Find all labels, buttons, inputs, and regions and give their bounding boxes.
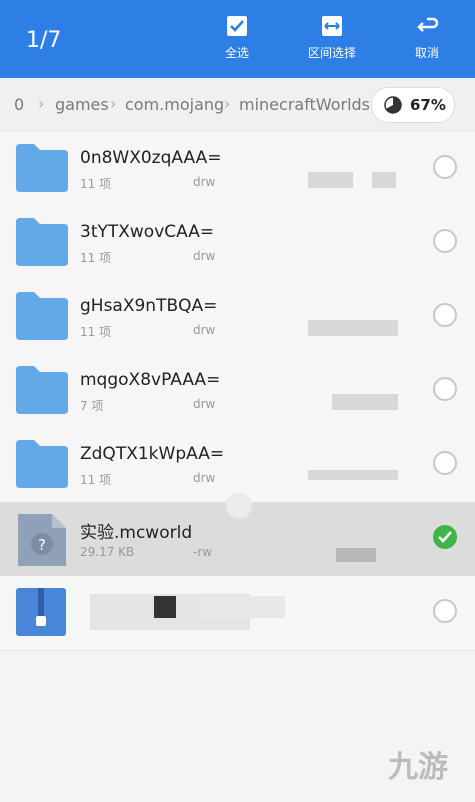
- blurred-region: [308, 172, 353, 188]
- breadcrumb: 0 › games › com.mojang › minecraftWorlds…: [0, 78, 475, 133]
- cancel-label: 取消: [414, 46, 439, 60]
- select-checkbox[interactable]: [433, 599, 457, 623]
- folder-icon: [16, 144, 68, 192]
- breadcrumb-minecraftworlds[interactable]: minecraftWorlds: [239, 95, 370, 114]
- select-checkbox[interactable]: [433, 451, 457, 475]
- breadcrumb-games[interactable]: games: [55, 95, 109, 114]
- select-checkbox-checked[interactable]: [433, 525, 457, 549]
- select-all-label: 全选: [224, 46, 249, 60]
- cancel-button[interactable]: 取消: [392, 14, 462, 61]
- file-permissions: drw: [193, 249, 216, 263]
- chevron-right-icon: ›: [110, 94, 117, 113]
- breadcrumb-root[interactable]: 0: [14, 95, 24, 114]
- file-meta: 11 项: [80, 473, 112, 487]
- list-item[interactable]: [0, 576, 475, 651]
- file-meta: 11 项: [80, 177, 112, 191]
- folder-icon: [16, 218, 68, 266]
- list-item[interactable]: mqgoX8vPAAA= 7 项 drw: [0, 354, 475, 429]
- cancel-icon: [417, 17, 439, 32]
- file-meta: 11 项: [80, 251, 112, 265]
- svg-text:?: ?: [38, 536, 46, 554]
- select-all-icon: [227, 16, 247, 36]
- folder-icon: [16, 292, 68, 340]
- file-name: mqgoX8vPAAA=: [80, 370, 221, 390]
- watermark-logo-icon: 九游: [388, 750, 448, 785]
- blurred-region: [308, 470, 398, 480]
- storage-percent: 67%: [410, 96, 446, 114]
- selection-count: 1/7: [26, 28, 62, 53]
- file-permissions: drw: [193, 175, 216, 189]
- top-action-bar: 1/7 全选 区间选择 取消: [0, 0, 475, 78]
- chevron-right-icon: ›: [224, 94, 231, 113]
- loading-indicator: [226, 493, 252, 519]
- blurred-region: [372, 172, 396, 188]
- unknown-file-icon: ?: [18, 514, 66, 566]
- list-item[interactable]: gHsaX9nTBQA= 11 项 drw: [0, 280, 475, 355]
- folder-icon: [16, 440, 68, 488]
- file-meta: 7 项: [80, 399, 104, 413]
- folder-icon: [16, 366, 68, 414]
- file-name: 0n8WX0zqAAA=: [80, 148, 222, 168]
- select-checkbox[interactable]: [433, 377, 457, 401]
- storage-indicator[interactable]: 67%: [371, 87, 455, 123]
- list-item[interactable]: ZdQTX1kWpAA= 11 项 drw: [0, 428, 475, 503]
- file-meta: 11 项: [80, 325, 112, 339]
- file-permissions: drw: [193, 471, 216, 485]
- chevron-right-icon: ›: [38, 94, 45, 113]
- blurred-region: [154, 596, 176, 618]
- list-item[interactable]: 0n8WX0zqAAA= 11 项 drw: [0, 132, 475, 207]
- list-item[interactable]: 3tYTXwovCAA= 11 项 drw: [0, 206, 475, 281]
- breadcrumb-com-mojang[interactable]: com.mojang: [125, 95, 224, 114]
- range-select-icon: [322, 16, 342, 36]
- select-checkbox[interactable]: [433, 155, 457, 179]
- file-meta: 29.17 KB: [80, 545, 135, 559]
- file-name: gHsaX9nTBQA=: [80, 296, 218, 316]
- check-icon: [438, 531, 452, 543]
- range-select-button[interactable]: 区间选择: [297, 14, 367, 61]
- zip-file-icon: [16, 588, 66, 636]
- file-name: ZdQTX1kWpAA=: [80, 444, 225, 464]
- file-permissions: -rw: [193, 545, 213, 559]
- blurred-region: [200, 596, 285, 618]
- file-name: 实验.mcworld: [80, 523, 193, 543]
- select-checkbox[interactable]: [433, 303, 457, 327]
- pie-chart-icon: [384, 96, 402, 114]
- blurred-region: [332, 394, 398, 410]
- select-checkbox[interactable]: [433, 229, 457, 253]
- blurred-region: [308, 320, 398, 336]
- range-select-label: 区间选择: [307, 46, 356, 60]
- file-permissions: drw: [193, 397, 216, 411]
- select-all-button[interactable]: 全选: [202, 14, 272, 61]
- file-permissions: drw: [193, 323, 216, 337]
- blurred-region: [336, 548, 376, 562]
- file-name: 3tYTXwovCAA=: [80, 222, 215, 242]
